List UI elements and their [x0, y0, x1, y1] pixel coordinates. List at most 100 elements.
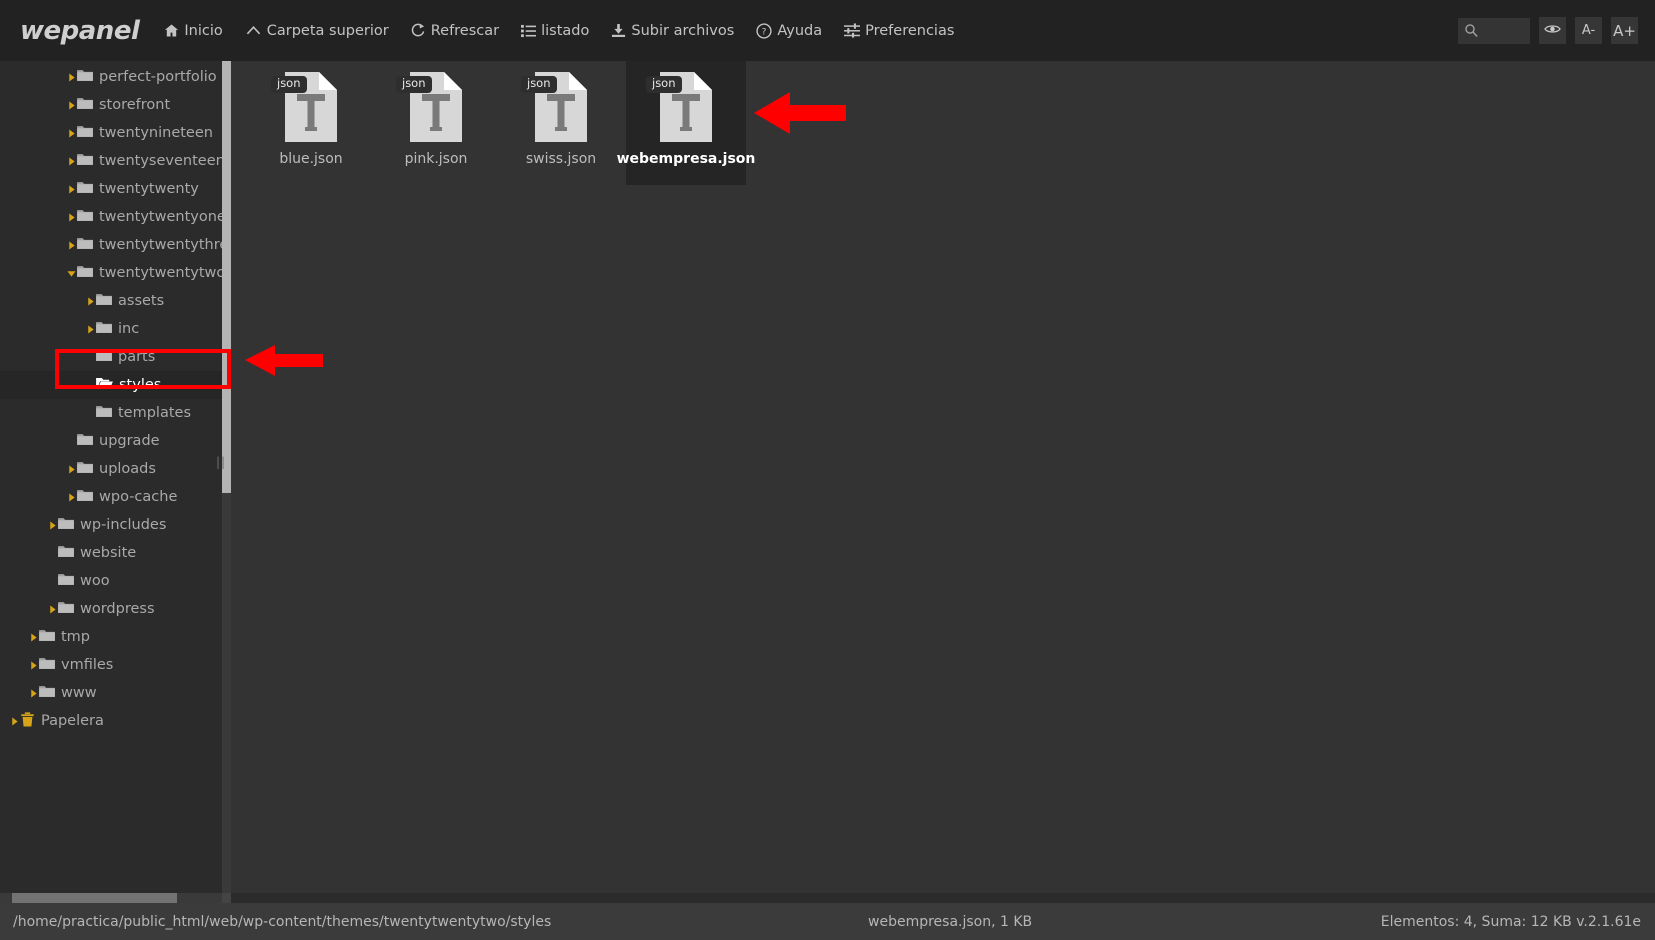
file-item[interactable]: json swiss.json [501, 61, 621, 185]
sidebar-vertical-scrollbar[interactable] [222, 61, 231, 893]
tree-item-wpo-cache[interactable]: wpo-cache [0, 483, 222, 511]
sidebar-vertical-scrollbar-thumb[interactable] [222, 61, 231, 493]
caret-right-icon[interactable] [28, 632, 39, 642]
folder-icon [77, 489, 93, 506]
json-file-icon: json [271, 70, 343, 144]
sidebar-horizontal-scrollbar[interactable] [0, 893, 222, 903]
help-circle-icon: ? [756, 22, 772, 39]
caret-right-icon[interactable] [47, 520, 58, 530]
tree-item-assets[interactable]: assets [0, 287, 222, 315]
tree-item-twentynineteen[interactable]: twentynineteen [0, 119, 222, 147]
selected-file-info: webempresa.json, 1 KB [868, 913, 1033, 930]
directory-tree-panel[interactable]: perfect-portfolio storefront twentyninetee… [0, 61, 222, 893]
folder-icon [96, 349, 112, 366]
tree-item-label: templates [118, 404, 192, 421]
tree-item-twentytwenty[interactable]: twentytwenty [0, 175, 222, 203]
tree-item-label: vmfiles [61, 656, 114, 673]
tree-item-wordpress[interactable]: wordpress [0, 595, 222, 623]
toolbar-label: Refrescar [430, 22, 500, 39]
folder-open-icon [96, 376, 113, 394]
caret-right-icon[interactable] [85, 324, 96, 334]
chevron-up-icon [245, 23, 262, 38]
file-item[interactable]: json pink.json [376, 61, 496, 185]
toolbar-item-ayuda[interactable]: ? Ayuda [745, 0, 833, 61]
caret-right-icon[interactable] [66, 72, 77, 82]
caret-right-icon[interactable] [85, 296, 96, 306]
toolbar-item-preferencias[interactable]: Preferencias [833, 0, 965, 61]
tree-item-perfect-portfolio[interactable]: perfect-portfolio [0, 63, 222, 91]
file-name-label: pink.json [404, 151, 468, 167]
search-box[interactable] [1458, 17, 1530, 44]
tree-item-label: twentytwenty [99, 180, 199, 197]
tree-item-parts[interactable]: parts [0, 343, 222, 371]
toolbar-label: listado [541, 22, 590, 39]
sidebar-horizontal-scrollbar-thumb[interactable] [12, 893, 177, 903]
toolbar-label: Carpeta superior [266, 22, 389, 39]
caret-right-icon[interactable] [66, 492, 77, 502]
tree-item-uploads[interactable]: uploads [0, 455, 222, 483]
tree-item-website[interactable]: website [0, 539, 222, 567]
caret-right-icon[interactable] [28, 688, 39, 698]
font-decrease-button[interactable]: A- [1575, 17, 1602, 44]
file-item[interactable]: json blue.json [251, 61, 371, 185]
tree-item-papelera[interactable]: Papelera [0, 707, 222, 735]
caret-down-icon[interactable] [66, 269, 77, 278]
toolbar-item-inicio[interactable]: Inicio [153, 0, 233, 61]
items-summary-text: Elementos: 4, Suma: 12 KB v.2.1.61e [1380, 913, 1641, 930]
tree-item-label: Papelera [41, 712, 104, 729]
tree-item-templates[interactable]: templates [0, 399, 222, 427]
search-input[interactable] [1480, 17, 1528, 44]
tree-item-label: uploads [99, 460, 156, 477]
tree-item-twentyseventeen[interactable]: twentyseventeen [0, 147, 222, 175]
tree-item-inc[interactable]: inc [0, 315, 222, 343]
caret-right-icon[interactable] [66, 212, 77, 222]
tree-item-woo[interactable]: woo [0, 567, 222, 595]
sliders-icon [844, 23, 861, 38]
tree-item-label: upgrade [99, 432, 160, 449]
tree-item-wp-includes[interactable]: wp-includes [0, 511, 222, 539]
tree-item-twentytwentytwo[interactable]: twentytwentytwo [0, 259, 222, 287]
file-type-badge: json [396, 76, 432, 93]
trash-icon [20, 711, 35, 731]
tree-item-label: twentytwentythree [99, 236, 222, 253]
app-logo: wepanel [20, 15, 140, 46]
caret-right-icon[interactable] [66, 464, 77, 474]
toolbar-item-carpeta-superior[interactable]: Carpeta superior [234, 0, 400, 61]
tree-item-styles[interactable]: styles [0, 371, 222, 399]
file-item[interactable]: json webempresa.json [617, 61, 755, 185]
caret-right-icon[interactable] [47, 604, 58, 614]
eye-icon [1544, 23, 1561, 39]
tree-item-label: twentytwentytwo [99, 264, 222, 281]
toolbar-item-refrescar[interactable]: Refrescar [400, 0, 510, 61]
caret-right-icon[interactable] [28, 660, 39, 670]
file-manager-window: wepanel Inicio Carpeta superior Refresca… [0, 0, 1655, 940]
caret-right-icon[interactable] [66, 128, 77, 138]
caret-right-icon[interactable] [66, 156, 77, 166]
file-listing-panel[interactable]: json blue.json json pink.json json swiss.json… [231, 61, 1655, 893]
caret-right-icon[interactable] [66, 240, 77, 250]
folder-icon [77, 125, 93, 142]
folder-icon [58, 517, 74, 534]
toolbar-item-listado[interactable]: listado [510, 0, 600, 61]
tree-item-vmfiles[interactable]: vmfiles [0, 651, 222, 679]
tree-item-upgrade[interactable]: upgrade [0, 427, 222, 455]
caret-right-icon[interactable] [66, 100, 77, 110]
tree-item-tmp[interactable]: tmp [0, 623, 222, 651]
tree-item-label: wpo-cache [99, 488, 178, 505]
caret-right-icon[interactable] [66, 184, 77, 194]
svg-text:?: ? [762, 27, 767, 37]
toggle-hidden-button[interactable] [1539, 17, 1566, 44]
tree-item-storefront[interactable]: storefront [0, 91, 222, 119]
tree-item-label: twentytwentyone [99, 208, 222, 225]
tree-item-twentytwentythree[interactable]: twentytwentythree [0, 231, 222, 259]
tree-item-label: twentyseventeen [99, 152, 222, 169]
tree-item-twentytwentyone[interactable]: twentytwentyone [0, 203, 222, 231]
tree-item-label: perfect-portfolio [99, 68, 217, 85]
toolbar-item-subir-archivos[interactable]: Subir archivos [600, 0, 745, 61]
current-path-text: /home/practica/public_html/web/wp-conten… [13, 913, 552, 930]
font-increase-button[interactable]: A+ [1611, 17, 1638, 44]
folder-icon [77, 181, 93, 198]
tree-item-www[interactable]: www [0, 679, 222, 707]
caret-right-icon[interactable] [9, 716, 20, 726]
folder-icon [77, 433, 93, 450]
